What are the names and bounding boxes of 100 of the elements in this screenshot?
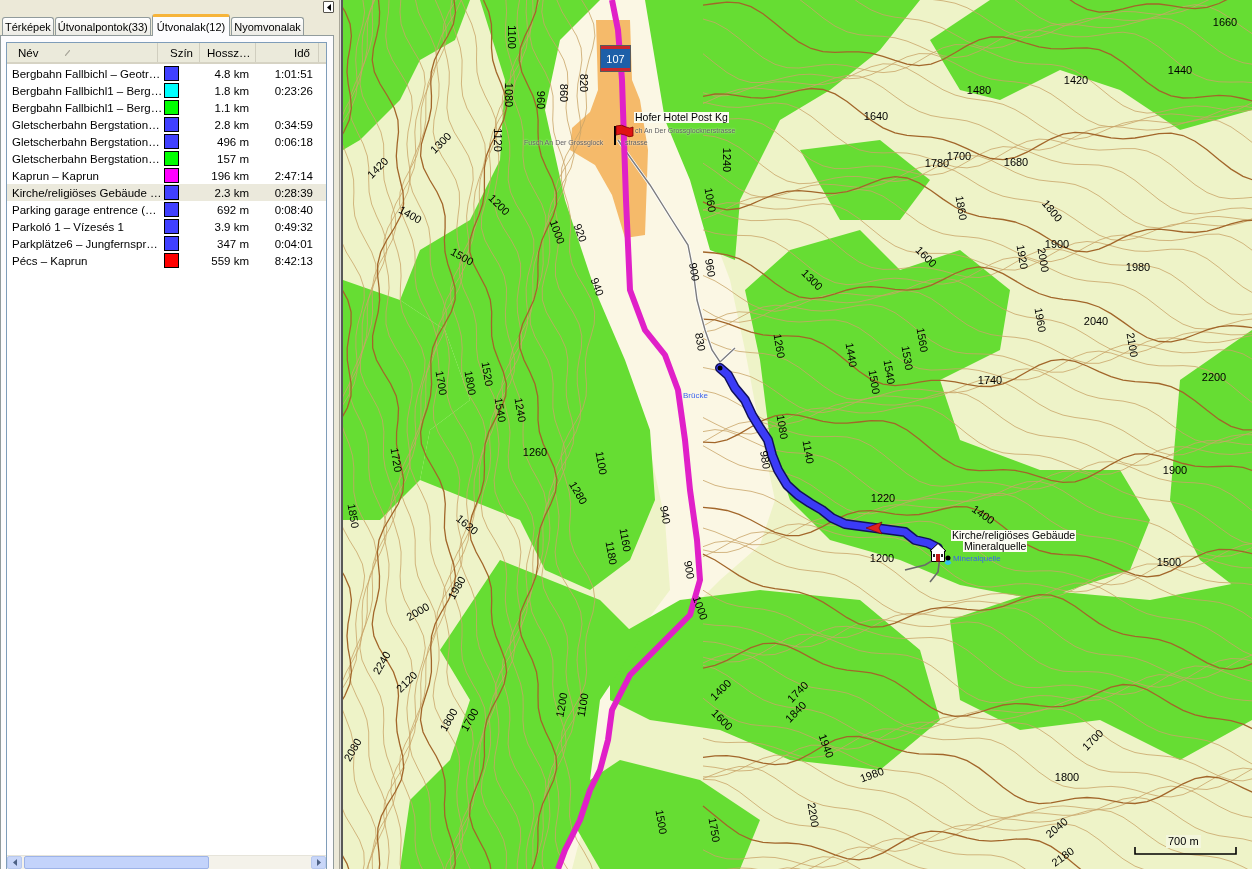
elevation-label: 830 (693, 332, 707, 352)
elevation-label: 1260 (522, 446, 548, 458)
route-length: 559 km (210, 254, 250, 267)
elevation-label: 1200 (869, 552, 895, 564)
elevation-label: 900 (687, 262, 701, 282)
elevation-label: 1920 (1014, 244, 1030, 270)
route-length: 157 m (216, 152, 250, 165)
feature-label: Mineralquelle (953, 555, 1001, 563)
route-start-icon (717, 365, 723, 371)
elevation-label: 1420 (1063, 74, 1089, 86)
tab[interactable]: Útvonalak(12) (151, 14, 231, 36)
arrow-left-icon (12, 859, 17, 866)
elevation-label: 1850 (345, 503, 361, 529)
elevation-label: 1440 (843, 342, 859, 368)
elevation-label: 1140 (800, 439, 816, 465)
elevation-label: 2040 (1083, 315, 1109, 327)
route-name: Gletscherbahn Bergstation… (11, 135, 158, 148)
elevation-label: 1120 (491, 128, 503, 152)
elevation-label: 1000 (547, 218, 567, 246)
route-name: Kaprun – Kaprun (11, 169, 100, 182)
route-name: Bergbahn Fallbichl – Geotr… (11, 67, 158, 80)
spring-marker-icon (944, 555, 952, 566)
elevation-label: 1400 (969, 503, 997, 527)
elevation-label: 1080 (774, 414, 790, 440)
column-header[interactable]: Név (7, 43, 158, 62)
elevation-label: 1800 (1054, 771, 1080, 783)
route-length: 196 km (210, 169, 250, 182)
elevation-label: 920 (571, 222, 589, 244)
scale-label: 700 m (1166, 835, 1201, 848)
route-length: 1.8 km (213, 84, 250, 97)
elevation-label: 980 (758, 450, 772, 470)
route-name: Gletscherbahn Bergstation… (11, 118, 158, 131)
route-name: Kirche/religiöses Gebäude … (11, 186, 158, 199)
direction-arrow-icon (865, 521, 883, 535)
elevation-label: 2200 (1201, 371, 1227, 383)
elevation-label: 1680 (1003, 156, 1029, 168)
elevation-label: 1560 (914, 327, 930, 353)
route-time: 0:23:26 (273, 84, 314, 97)
elevation-label: 1500 (653, 809, 669, 835)
route-time: 0:28:39 (273, 186, 314, 199)
sort-indicator-icon (65, 49, 71, 56)
route-time: 0:06:18 (273, 135, 314, 148)
elevation-label: 1640 (863, 110, 889, 122)
elevation-label: 960 (534, 90, 546, 110)
elevation-label: 2200 (805, 802, 821, 828)
route-length: 4.8 km (213, 67, 250, 80)
collapse-panel-button[interactable] (323, 1, 334, 13)
route-name: Gletscherbahn Bergstation… (11, 152, 158, 165)
elevation-label: 1440 (1167, 64, 1193, 76)
route-row[interactable]: Kirche/religiöses Gebäude … 2.3 km 0:28:39 (7, 184, 326, 201)
route-time: 0:04:01 (273, 237, 314, 250)
elevation-label: 1000 (690, 594, 710, 622)
elevation-label: 1080 (502, 82, 514, 108)
route-time: 1:01:51 (273, 67, 314, 80)
elevation-label: 1750 (706, 817, 722, 843)
scrollbar-thumb[interactable] (24, 856, 209, 869)
elevation-label: 2000 (404, 601, 432, 623)
elevation-label: 1480 (966, 84, 992, 96)
tab[interactable]: Térképek (2, 17, 54, 35)
elevation-label: 1180 (603, 540, 619, 566)
route-length: 347 m (216, 237, 250, 250)
elevation-label: 1800 (462, 370, 478, 396)
elevation-label: 1400 (396, 204, 424, 226)
route-length: 2.8 km (213, 118, 250, 131)
elevation-label: 1260 (771, 333, 787, 359)
church-icon (929, 543, 947, 562)
route-time: 0:08:40 (273, 203, 314, 216)
elevation-label: 1500 (866, 369, 882, 395)
elevation-label: 1720 (388, 447, 404, 473)
triangle-left-icon (326, 3, 331, 11)
route-time: 2:47:14 (273, 169, 314, 182)
elevation-label: 1060 (702, 187, 718, 213)
route-length: 692 m (216, 203, 250, 216)
column-header[interactable]: Idő (256, 43, 319, 62)
column-header[interactable]: Szín (158, 43, 200, 62)
elevation-label: 1980 (1125, 261, 1151, 273)
elevation-label: 1660 (1212, 16, 1238, 28)
road-shield: 107 (601, 46, 630, 71)
tab[interactable]: Nyomvonalak (231, 17, 304, 35)
elevation-label: 1240 (512, 397, 528, 423)
elevation-label: 1540 (492, 397, 508, 423)
route-name: Parkplätze6 – Jungfernspr… (11, 237, 158, 250)
column-header[interactable]: Hossz… (200, 43, 256, 62)
tab[interactable]: Útvonalpontok(33) (54, 17, 151, 35)
route-length: 2.3 km (213, 186, 250, 199)
arrow-right-icon (316, 859, 321, 866)
route-length: 496 m (216, 135, 250, 148)
elevation-label: 940 (588, 276, 606, 298)
elevation-label: 1700 (433, 370, 449, 396)
elevation-label: 900 (682, 560, 696, 580)
route-name: Pécs – Kaprun (11, 254, 89, 267)
elevation-label: 1860 (953, 195, 969, 221)
elevation-label: 1520 (479, 361, 495, 387)
route-time: 0:34:59 (273, 118, 314, 131)
elevation-label: 860 (557, 83, 569, 103)
elevation-label: 1100 (575, 692, 591, 718)
elevation-label: 1530 (899, 345, 915, 371)
scroll-left-button[interactable] (7, 856, 22, 869)
scroll-right-button[interactable] (311, 856, 326, 869)
route-time: 8:42:13 (273, 254, 314, 267)
